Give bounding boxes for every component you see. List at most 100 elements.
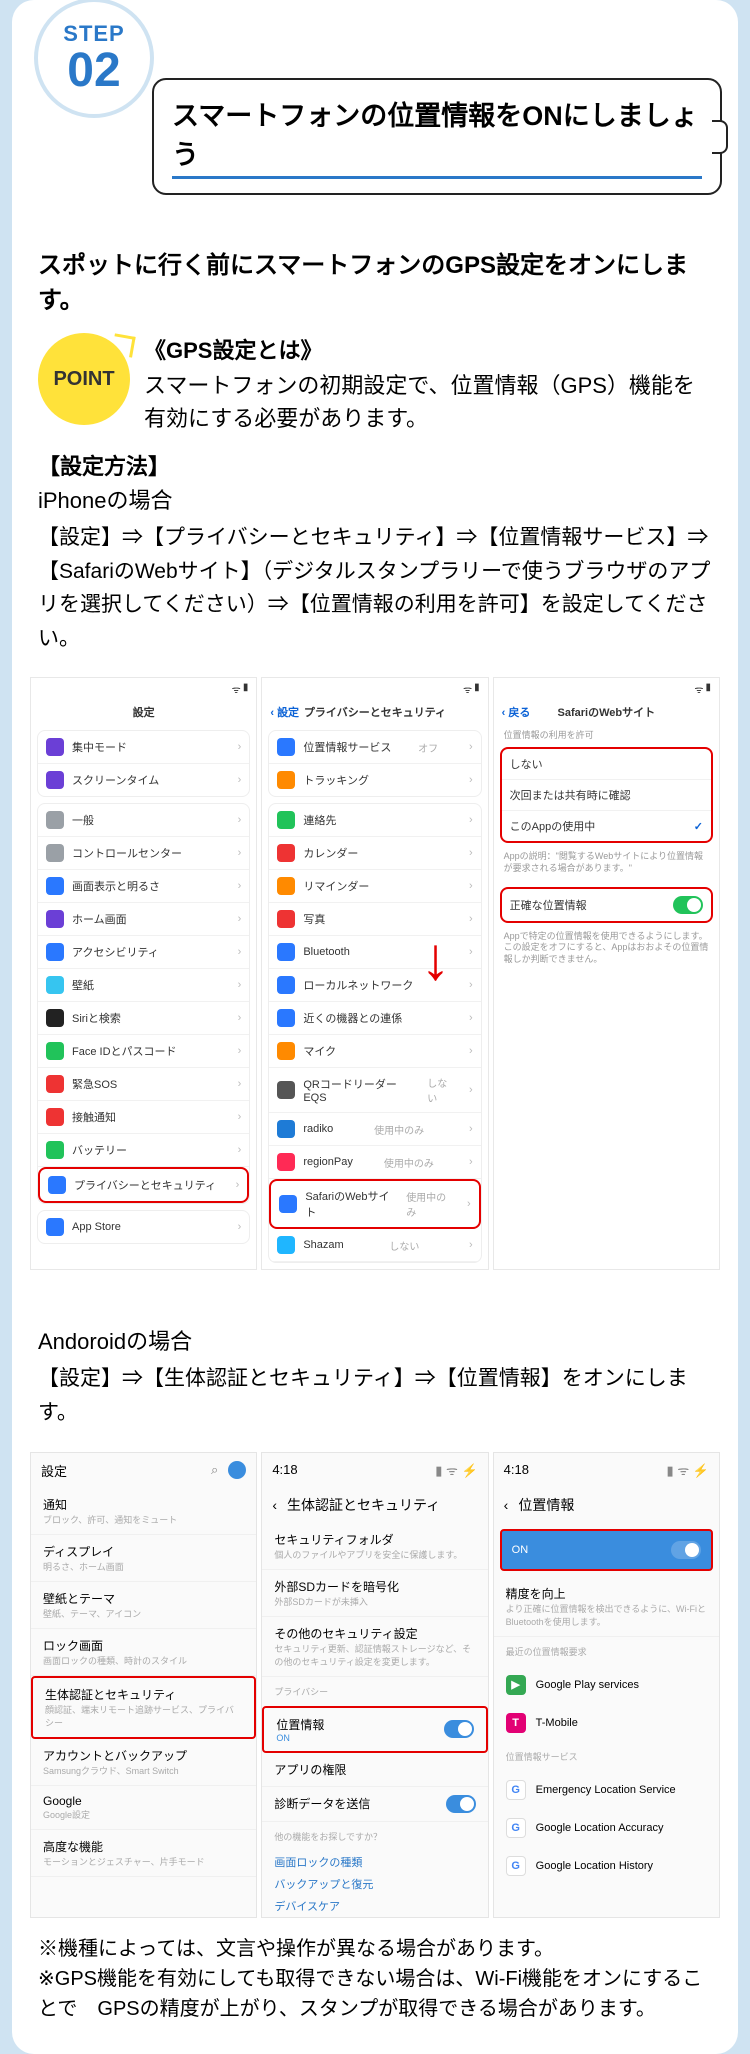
page-title: スマートフォンの位置情報をONにしましょう bbox=[152, 78, 722, 195]
settings-row[interactable]: ホーム画面› bbox=[38, 903, 249, 936]
search-icon[interactable]: ⌕ bbox=[211, 1462, 218, 1478]
permission-option[interactable]: しない bbox=[502, 749, 711, 780]
settings-row[interactable]: 診断データを送信 bbox=[262, 1787, 487, 1822]
status-bar: ᯤ▮ bbox=[494, 678, 719, 700]
settings-row[interactable]: ロック画面画面ロックの種類、時計のスタイル bbox=[31, 1629, 256, 1676]
settings-row[interactable]: regionPay使用中のみ› bbox=[269, 1146, 480, 1179]
iphone-flow: 【設定】⇒【プライバシーとセキュリティ】⇒【位置情報サービス】⇒【Safariの… bbox=[38, 521, 712, 655]
settings-row[interactable]: GoogleGoogle設定 bbox=[31, 1786, 256, 1830]
app-row[interactable]: TT-Mobile bbox=[494, 1704, 719, 1742]
settings-row[interactable]: Siriと検索› bbox=[38, 1002, 249, 1035]
body: スポットに行く前にスマートフォンのGPS設定をオンにします。 POINT 《GP… bbox=[12, 205, 738, 677]
service-row[interactable]: GGoogle Location History bbox=[494, 1847, 719, 1885]
android-screens: 設定 ⌕ 通知ブロック、許可、通知をミュートディスプレイ明るさ、ホーム画面壁紙と… bbox=[12, 1452, 738, 1918]
settings-row[interactable]: 壁紙› bbox=[38, 969, 249, 1002]
howto-heading: 【設定方法】 bbox=[38, 449, 712, 481]
back-header[interactable]: ‹ 位置情報 bbox=[494, 1487, 719, 1523]
settings-row[interactable]: 画面表示と明るさ› bbox=[38, 870, 249, 903]
service-row[interactable]: GEmergency Location Service bbox=[494, 1771, 719, 1809]
toggle-on-icon[interactable] bbox=[673, 896, 703, 914]
settings-row[interactable]: カレンダー› bbox=[269, 837, 480, 870]
settings-row[interactable]: プライバシーとセキュリティ› bbox=[38, 1167, 249, 1203]
permission-option[interactable]: このAppの使用中✓ bbox=[502, 811, 711, 841]
app-icon bbox=[277, 1009, 295, 1027]
settings-row[interactable]: セキュリティフォルダ個人のファイルやアプリを安全に保護します。 bbox=[262, 1523, 487, 1570]
settings-row[interactable]: 接触通知 › bbox=[38, 1101, 249, 1134]
point-heading: 《GPS設定とは》 bbox=[144, 333, 712, 365]
settings-row[interactable]: コントロールセンター› bbox=[38, 837, 249, 870]
settings-row[interactable]: SafariのWebサイト使用中のみ› bbox=[269, 1179, 480, 1229]
app-icon bbox=[46, 811, 64, 829]
row-label: スクリーンタイム bbox=[72, 772, 159, 788]
chevron-right-icon: › bbox=[469, 979, 473, 991]
avatar-icon[interactable] bbox=[228, 1461, 246, 1479]
link[interactable]: 画面ロックの種類 bbox=[262, 1851, 487, 1873]
settings-row[interactable]: 生体認証とセキュリティ顔認証、端末リモート追跡サービス、プライバシー bbox=[31, 1676, 256, 1739]
row-label: Shazam bbox=[303, 1239, 343, 1251]
settings-row[interactable]: 壁紙とテーマ壁紙、テーマ、アイコン bbox=[31, 1582, 256, 1629]
toggle-on-icon[interactable] bbox=[671, 1541, 701, 1559]
precise-location-row[interactable]: 正確な位置情報 bbox=[502, 889, 711, 921]
wifi-icon: ᯤ bbox=[232, 682, 241, 696]
app-icon bbox=[46, 1141, 64, 1159]
app-icon bbox=[46, 1009, 64, 1027]
settings-row[interactable]: App Store› bbox=[38, 1211, 249, 1243]
back-button[interactable]: ‹ 設定 bbox=[270, 704, 299, 720]
settings-row[interactable]: 高度な機能モーションとジェスチャー、片手モード bbox=[31, 1830, 256, 1877]
settings-row[interactable]: 外部SDカードを暗号化外部SDカードが未挿入 bbox=[262, 1570, 487, 1617]
settings-row[interactable]: 連絡先› bbox=[269, 804, 480, 837]
settings-row[interactable]: スクリーンタイム› bbox=[38, 764, 249, 796]
chevron-right-icon: › bbox=[238, 1111, 242, 1123]
section-label: プライバシー bbox=[274, 1685, 475, 1698]
settings-row[interactable]: 位置情報サービスオフ› bbox=[269, 731, 480, 764]
chevron-right-icon: › bbox=[238, 1078, 242, 1090]
settings-group: 一般›コントロールセンター›画面表示と明るさ›ホーム画面›アクセシビリティ›壁紙… bbox=[37, 803, 250, 1204]
settings-row[interactable]: 緊急SOS› bbox=[38, 1068, 249, 1101]
settings-list: 通知ブロック、許可、通知をミュートディスプレイ明るさ、ホーム画面壁紙とテーマ壁紙… bbox=[31, 1488, 256, 1877]
row-label: リマインダー bbox=[303, 878, 369, 894]
settings-row[interactable]: 通知ブロック、許可、通知をミュート bbox=[31, 1488, 256, 1535]
row-label: ホーム画面 bbox=[72, 911, 127, 927]
link[interactable]: デバイスケア bbox=[262, 1895, 487, 1917]
settings-row[interactable]: アカウントとバックアップSamsungクラウド、Smart Switch bbox=[31, 1739, 256, 1786]
settings-row[interactable]: アプリの権限 bbox=[262, 1753, 487, 1787]
settings-row[interactable]: QRコードリーダーEQSしない› bbox=[269, 1068, 480, 1113]
screen-title: ‹ 戻る SafariのWebサイト bbox=[494, 700, 719, 724]
toggle-on-icon[interactable] bbox=[444, 1720, 474, 1738]
settings-row[interactable]: その他のセキュリティ設定セキュリティ更新、認証情報ストレージなど、その他のセキュ… bbox=[262, 1617, 487, 1677]
settings-row[interactable]: マイク› bbox=[269, 1035, 480, 1068]
wifi-icon: ᯤ bbox=[463, 682, 472, 696]
settings-row[interactable]: radiko使用中のみ› bbox=[269, 1113, 480, 1146]
location-on-pill[interactable]: ON bbox=[500, 1529, 713, 1571]
settings-row[interactable]: アクセシビリティ› bbox=[38, 936, 249, 969]
permission-option[interactable]: 次回または共有時に確認 bbox=[502, 780, 711, 811]
back-button[interactable]: ‹ 戻る bbox=[502, 704, 531, 720]
row-value: オフ bbox=[418, 740, 442, 755]
settings-row[interactable]: Face IDとパスコード› bbox=[38, 1035, 249, 1068]
chevron-right-icon: › bbox=[469, 741, 473, 753]
chevron-right-icon: › bbox=[238, 847, 242, 859]
accuracy-row[interactable]: 精度を向上より正確に位置情報を検出できるように、Wi-FiとBluetoothを… bbox=[494, 1577, 719, 1637]
settings-row[interactable]: 近くの機器との連係› bbox=[269, 1002, 480, 1035]
row-label: Bluetooth bbox=[303, 946, 349, 958]
settings-row[interactable]: Shazamしない› bbox=[269, 1229, 480, 1262]
settings-row[interactable]: バッテリー› bbox=[38, 1134, 249, 1167]
iphone-label: iPhoneの場合 bbox=[38, 483, 712, 515]
app-row[interactable]: ▶Google Play services bbox=[494, 1666, 719, 1704]
back-header[interactable]: ‹ 生体認証とセキュリティ bbox=[262, 1487, 487, 1523]
settings-row[interactable]: リマインダー› bbox=[269, 870, 480, 903]
app-icon bbox=[277, 771, 295, 789]
settings-row[interactable]: 一般› bbox=[38, 804, 249, 837]
location-row[interactable]: 位置情報ON bbox=[262, 1706, 487, 1753]
app-icon bbox=[46, 1108, 64, 1126]
row-label: 接触通知 bbox=[72, 1109, 116, 1125]
screen-header: 設定 ⌕ bbox=[31, 1453, 256, 1488]
link[interactable]: バックアップと復元 bbox=[262, 1873, 487, 1895]
chevron-right-icon: › bbox=[469, 814, 473, 826]
settings-row[interactable]: 集中モード› bbox=[38, 731, 249, 764]
service-row[interactable]: GGoogle Location Accuracy bbox=[494, 1809, 719, 1847]
settings-row[interactable]: ディスプレイ明るさ、ホーム画面 bbox=[31, 1535, 256, 1582]
app-icon bbox=[277, 1236, 295, 1254]
settings-row[interactable]: トラッキング› bbox=[269, 764, 480, 796]
toggle-on-icon[interactable] bbox=[446, 1795, 476, 1813]
